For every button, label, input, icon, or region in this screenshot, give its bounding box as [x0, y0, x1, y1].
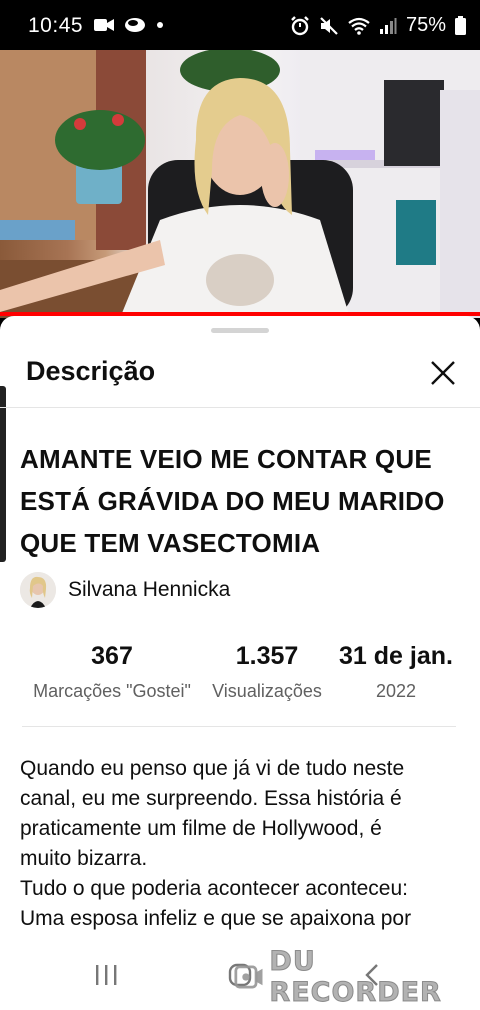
video-camera-icon — [94, 19, 114, 31]
views-label: Visualizações — [212, 681, 322, 701]
avatar-image — [20, 572, 56, 608]
description-sheet: Descrição AMANTE VEIO ME CONTAR QUE ESTÁ… — [0, 316, 480, 1010]
battery-percent: 75% — [405, 14, 446, 36]
description-line: Uma esposa infeliz e que se apaixona por — [20, 907, 412, 930]
wifi-icon — [348, 17, 370, 35]
description-line: muito bizarra. — [20, 847, 148, 870]
status-notification-icons — [94, 16, 164, 34]
stats-row: 367 Marcações "Gostei" 1.357 Visualizaçõ… — [0, 642, 480, 712]
edge-panel-handle[interactable] — [0, 386, 6, 562]
cloud-icon — [125, 18, 145, 32]
drag-handle[interactable] — [211, 328, 269, 333]
close-icon — [431, 361, 455, 385]
publish-year: 2022 — [375, 681, 417, 701]
status-time: 10:45 — [28, 14, 84, 37]
battery-icon — [455, 16, 466, 35]
publish-date: 31 de jan. — [339, 642, 453, 670]
description-text: Quando eu penso que já vi de tudo neste … — [20, 754, 470, 934]
date-stat: 31 de jan. 2022 — [334, 642, 458, 702]
views-count: 1.357 — [235, 642, 299, 670]
recent-apps-button[interactable] — [86, 960, 126, 990]
sheet-title: Descrição — [26, 356, 156, 386]
close-button[interactable] — [422, 352, 464, 394]
description-line: canal, eu me surpreendo. Essa história é — [20, 787, 402, 810]
dot-icon — [157, 22, 163, 28]
alarm-icon — [291, 15, 309, 35]
status-system-icons: 75% — [290, 14, 466, 37]
likes-count: 367 — [91, 642, 133, 670]
description-line: praticamente um filme de Hollywood, é — [20, 817, 382, 840]
likes-label: Marcações "Gostei" — [33, 681, 191, 701]
avatar[interactable] — [20, 572, 56, 608]
mute-icon — [320, 16, 338, 35]
views-stat: 1.357 Visualizações — [204, 642, 330, 702]
divider — [22, 726, 456, 727]
description-line: Tudo o que poderia acontecer aconteceu: — [20, 877, 408, 900]
likes-stat: 367 Marcações "Gostei" — [24, 642, 200, 702]
channel-row[interactable]: Silvana Hennicka — [20, 572, 230, 608]
divider — [0, 407, 480, 408]
recent-apps-icon — [96, 965, 117, 985]
status-bar: 10:45 75% — [0, 0, 480, 50]
channel-name[interactable]: Silvana Hennicka — [68, 578, 230, 602]
video-title: AMANTE VEIO ME CONTAR QUE ESTÁ GRÁVIDA D… — [20, 444, 445, 558]
signal-icon — [379, 17, 397, 34]
video-player[interactable] — [0, 50, 480, 318]
recorder-logo-icon — [234, 965, 263, 989]
description-line: Quando eu penso que já vi de tudo neste — [20, 757, 405, 780]
video-frame-image — [0, 50, 480, 318]
watermark-text: DU RECORDER — [269, 946, 442, 1009]
recorder-watermark: DU RECORDER — [234, 946, 480, 1009]
